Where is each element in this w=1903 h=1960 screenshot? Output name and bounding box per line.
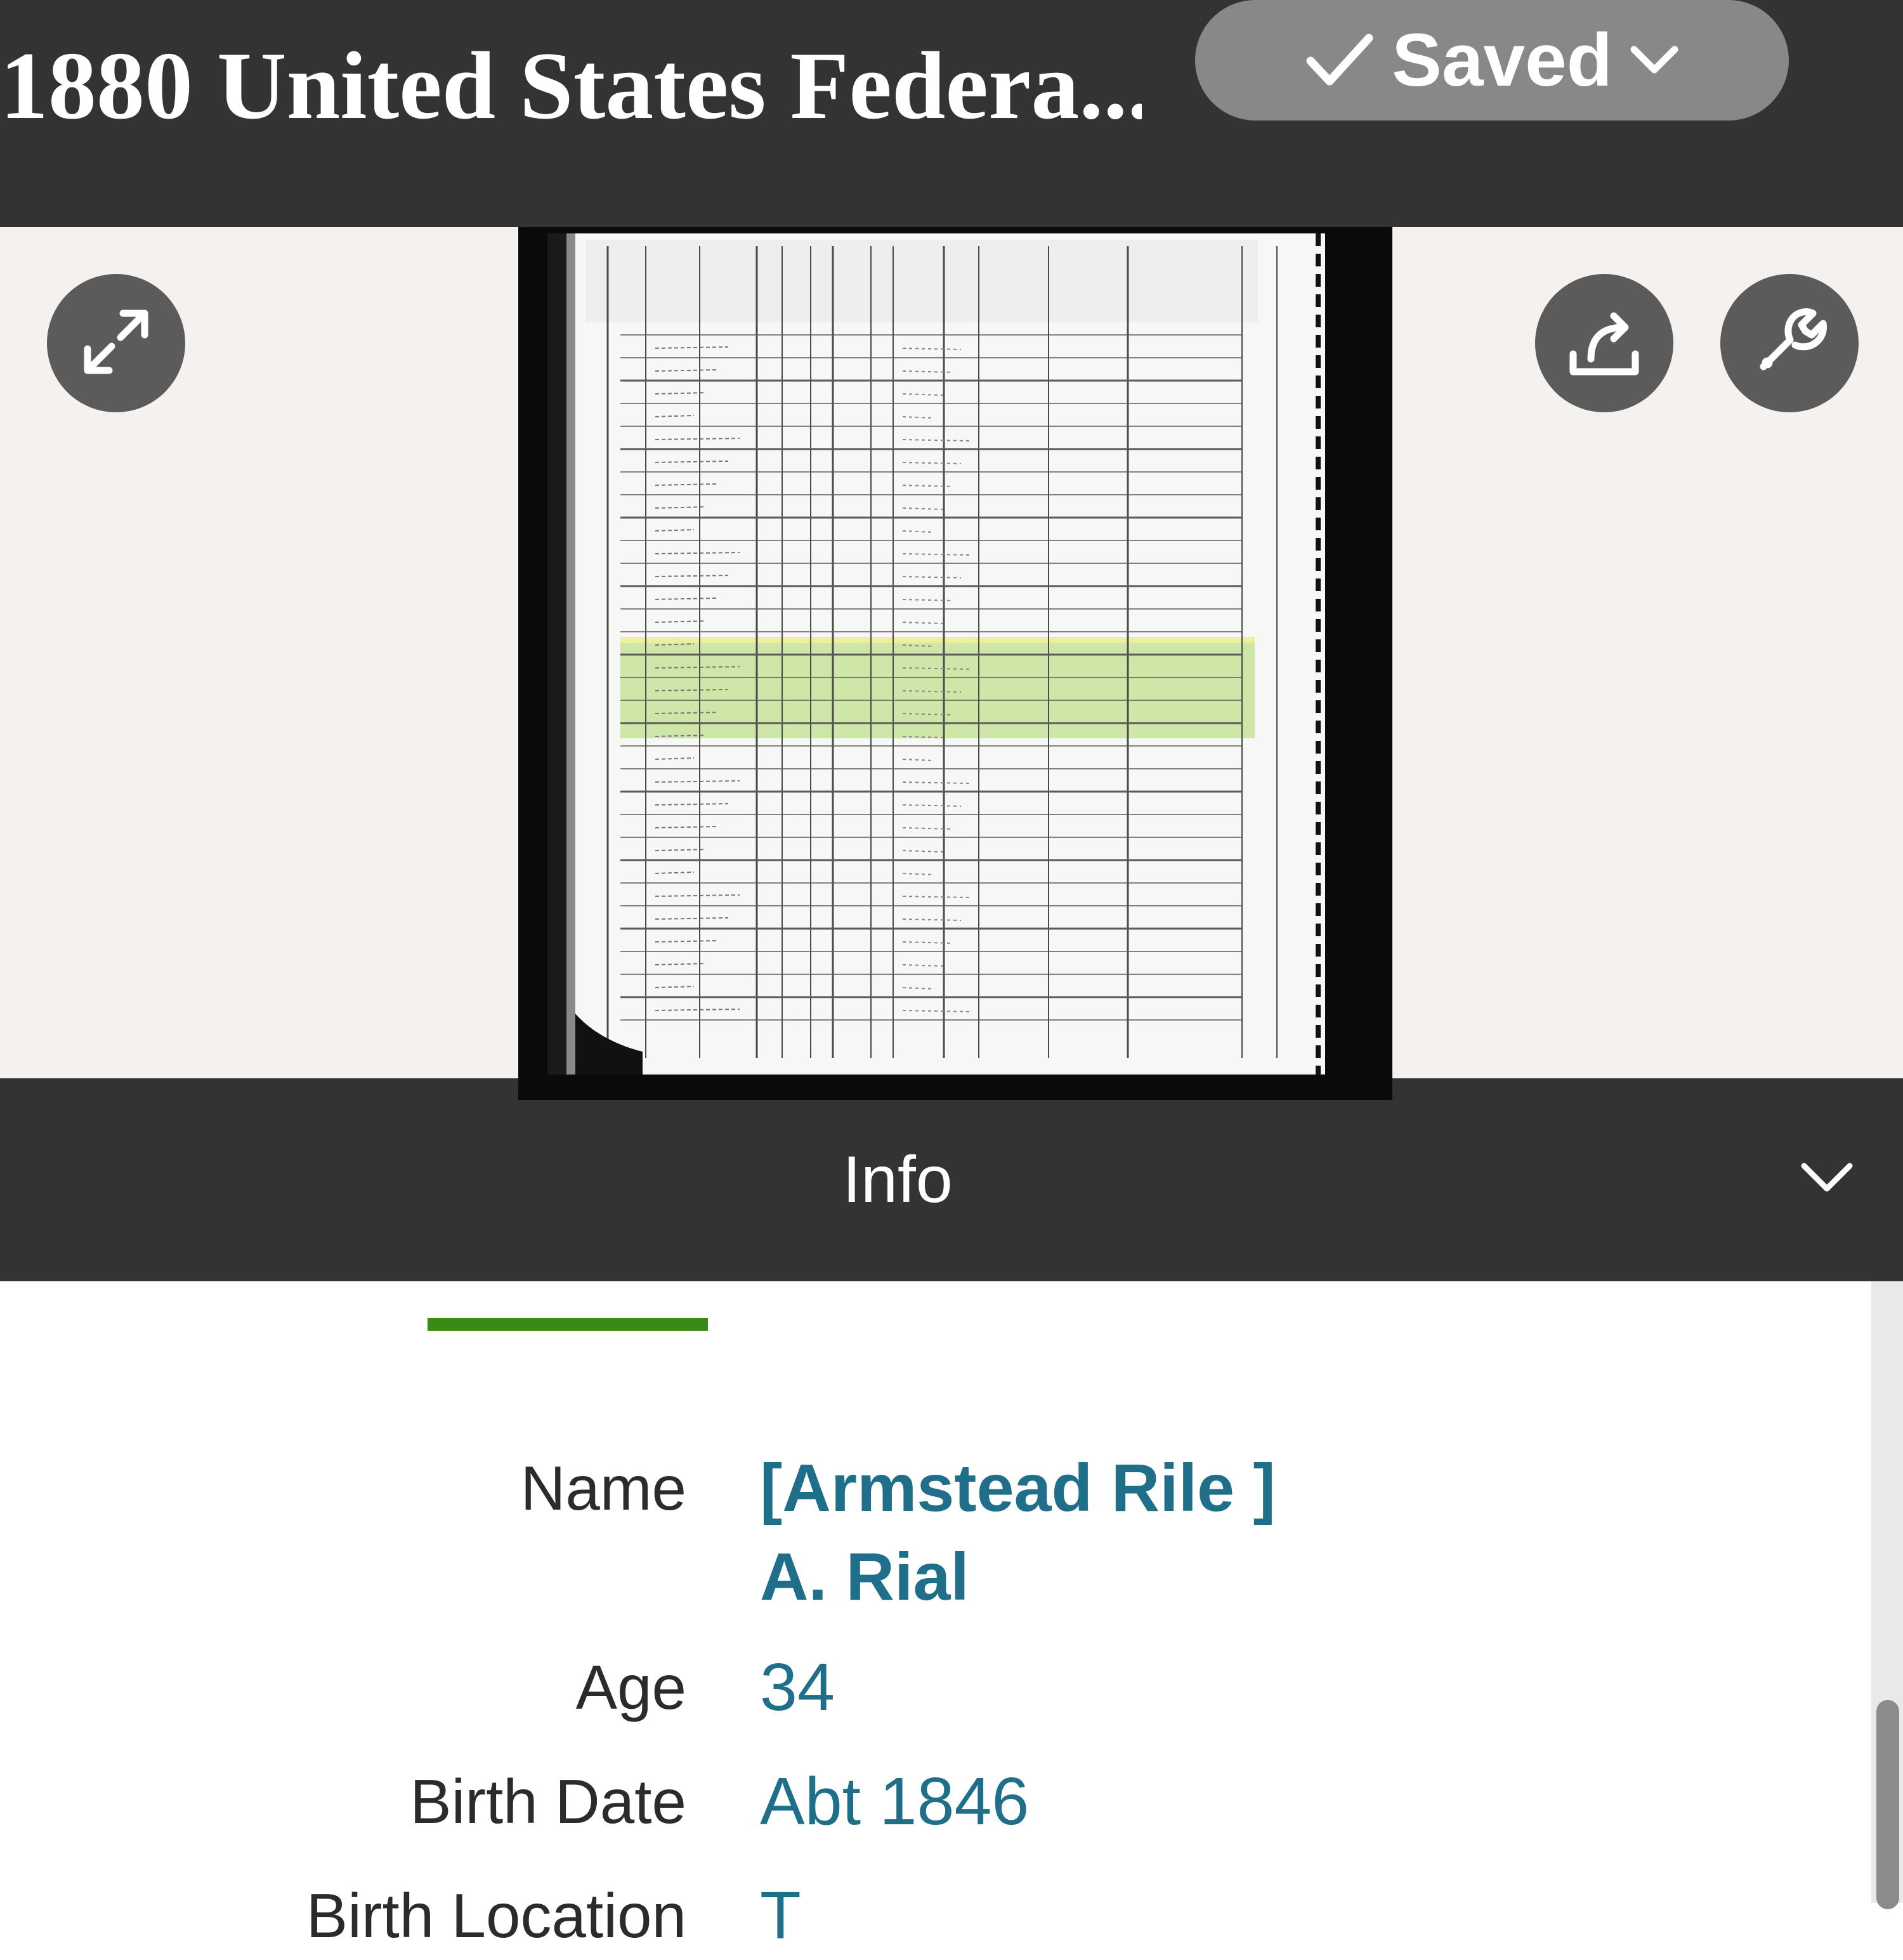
share-icon: [1563, 301, 1645, 386]
handwriting-mark: [902, 850, 943, 853]
record-header: 1880 United States Federa... Saved: [0, 0, 1903, 227]
handwriting-mark: [902, 918, 962, 921]
info-collapse-toggle[interactable]: [1795, 1148, 1859, 1212]
handwriting-mark: [655, 963, 706, 965]
checkmark-icon: [1305, 32, 1374, 89]
info-bar[interactable]: Info: [0, 1078, 1903, 1281]
handwriting-mark: [902, 873, 934, 875]
details-scrollbar[interactable]: [1871, 1281, 1903, 1909]
record-details: Name [Armstead Rile ] A. Rial Age 34 Bir…: [0, 1281, 1871, 1953]
handwriting-mark: [902, 964, 943, 967]
handwriting-mark: [655, 552, 740, 554]
handwriting-mark: [655, 529, 695, 532]
handwriting-mark: [902, 759, 934, 761]
handwriting-mark: [655, 986, 695, 988]
census-grid: [547, 233, 1321, 1075]
name-value-indexed[interactable]: [Armstead Rile ]: [760, 1444, 1276, 1532]
name-label: Name: [520, 1453, 686, 1523]
handwriting-mark: [655, 483, 717, 486]
scrollbar-thumb[interactable]: [1876, 1700, 1899, 1909]
chevron-down-icon: [1630, 44, 1678, 76]
handwriting-mark: [655, 757, 695, 760]
highlight-top-edge: [620, 637, 1255, 643]
expand-arrows-icon: [75, 301, 157, 386]
handwriting-mark: [655, 461, 729, 463]
age-value[interactable]: 34: [760, 1643, 835, 1732]
handwriting-mark: [655, 506, 706, 509]
handwriting-mark: [655, 826, 717, 828]
share-button[interactable]: [1535, 274, 1673, 412]
handwriting-mark: [902, 416, 934, 419]
handwriting-mark: [655, 872, 695, 874]
fullscreen-button[interactable]: [47, 274, 185, 412]
active-tab-indicator: [428, 1318, 708, 1331]
page-binding-edge: [566, 233, 575, 1075]
handwriting-mark: [655, 780, 740, 783]
handwriting-mark: [902, 462, 962, 464]
handwriting-mark: [655, 346, 729, 349]
record-title: 1880 United States Federa...: [0, 32, 1142, 139]
handwriting-mark: [655, 1009, 740, 1011]
name-value-original[interactable]: A. Rial: [760, 1532, 969, 1621]
info-label: Info: [842, 1143, 953, 1217]
handwriting-mark: [655, 575, 729, 577]
handwriting-mark: [902, 987, 934, 990]
page-corner-smudge: [575, 1014, 643, 1075]
saved-label: Saved: [1392, 18, 1612, 102]
handwriting-mark: [655, 917, 729, 920]
saved-button[interactable]: Saved: [1195, 0, 1789, 121]
handwriting-mark: [902, 530, 934, 533]
handwriting-mark: [902, 507, 943, 510]
page-binding-shadow: [547, 233, 566, 1075]
census-page-image[interactable]: [518, 227, 1392, 1100]
handwriting-mark: [902, 781, 971, 784]
handwriting-mark: [655, 598, 717, 600]
handwriting-mark: [902, 896, 971, 898]
handwriting-mark: [902, 553, 971, 556]
handwriting-mark: [655, 415, 695, 417]
handwriting-mark: [655, 438, 740, 440]
handwriting-mark: [902, 439, 971, 441]
birth-date-value[interactable]: Abt 1846: [760, 1757, 1029, 1846]
handwriting-mark: [655, 940, 717, 943]
tools-button[interactable]: [1720, 274, 1859, 412]
handwriting-mark: [655, 894, 740, 897]
handwriting-mark: [655, 392, 706, 395]
handwriting-mark: [655, 849, 706, 851]
handwriting-mark: [655, 803, 729, 806]
chevron-down-icon: [1800, 1161, 1854, 1199]
handwriting-mark: [902, 804, 962, 807]
handwriting-mark: [902, 622, 943, 624]
wrench-icon: [1748, 301, 1831, 386]
handwriting-mark: [655, 620, 706, 623]
handwriting-mark: [902, 348, 962, 350]
census-header-band: [585, 240, 1258, 322]
census-page: [547, 233, 1325, 1075]
birth-location-label: Birth Location: [306, 1881, 686, 1950]
age-label: Age: [575, 1652, 686, 1722]
birth-location-value[interactable]: T: [760, 1871, 801, 1960]
handwriting-mark: [655, 369, 717, 372]
handwriting-mark: [902, 1010, 971, 1012]
handwriting-mark: [902, 393, 943, 396]
image-viewer[interactable]: [0, 227, 1903, 1100]
handwriting-mark: [902, 576, 962, 578]
birth-date-label: Birth Date: [410, 1767, 686, 1836]
